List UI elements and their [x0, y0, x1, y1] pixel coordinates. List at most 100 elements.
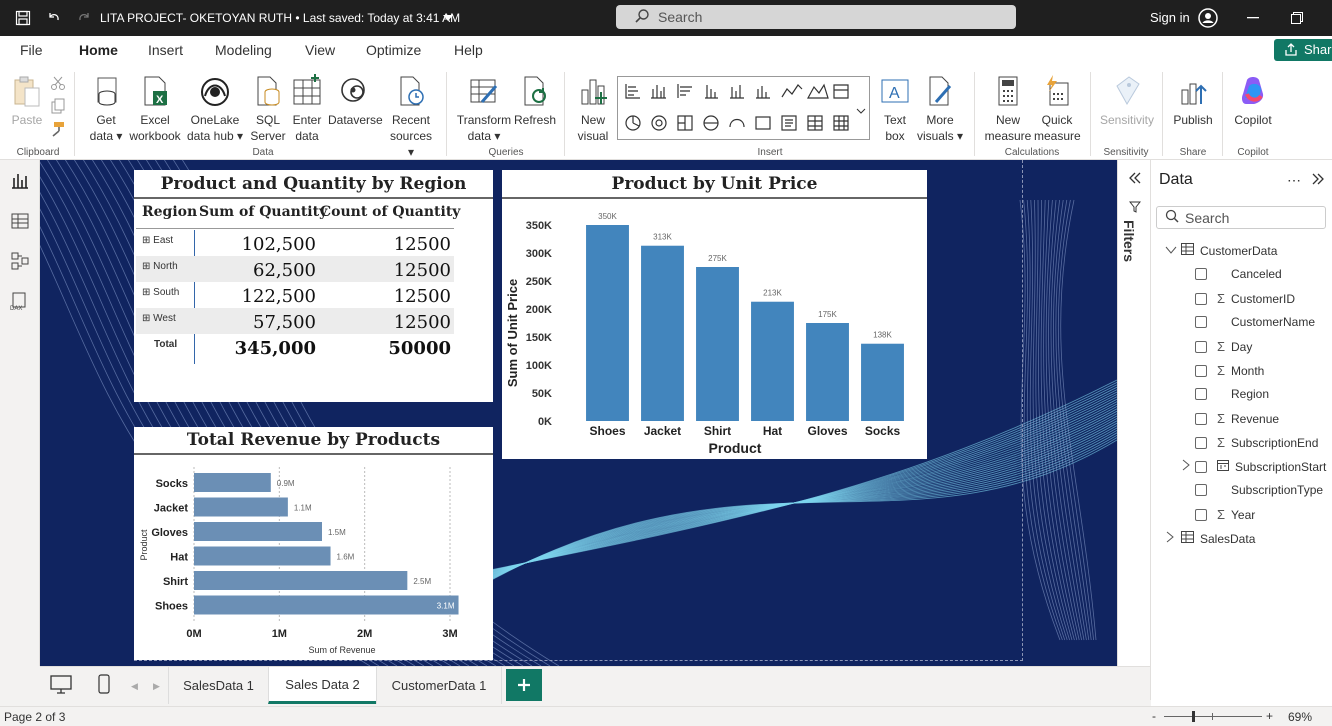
- sensitivity-button[interactable]: Sensitivity: [1098, 74, 1156, 128]
- expand-pane-icon[interactable]: [1311, 173, 1325, 188]
- visual-gallery[interactable]: [617, 76, 870, 140]
- sign-in-button[interactable]: Sign in: [1150, 10, 1190, 25]
- field-row[interactable]: SubscriptionType: [1195, 483, 1323, 497]
- field-checkbox[interactable]: [1195, 484, 1207, 496]
- matrix-region-cell[interactable]: ⊞ North: [142, 261, 178, 272]
- zoom-slider[interactable]: [1164, 711, 1262, 722]
- add-page-button[interactable]: [506, 669, 542, 701]
- new-measure-button[interactable]: New measure: [984, 74, 1032, 144]
- field-checkbox[interactable]: [1195, 388, 1207, 400]
- revenue-bar[interactable]: [194, 546, 331, 566]
- field-row[interactable]: Region: [1195, 387, 1269, 401]
- desktop-layout-icon[interactable]: [50, 675, 72, 698]
- field-checkbox[interactable]: [1195, 460, 1207, 473]
- field-checkbox[interactable]: [1195, 340, 1207, 353]
- copy-icon[interactable]: [50, 98, 66, 117]
- menu-modeling[interactable]: Modeling: [215, 42, 272, 58]
- data-search-input[interactable]: Search: [1156, 206, 1326, 229]
- column-bar[interactable]: [861, 343, 904, 421]
- quick-measure-button[interactable]: Quick measure: [1034, 74, 1081, 144]
- menu-view[interactable]: View: [305, 42, 335, 58]
- field-checkbox[interactable]: [1195, 508, 1207, 521]
- menu-optimize[interactable]: Optimize: [366, 42, 421, 58]
- field-checkbox[interactable]: [1195, 292, 1207, 305]
- field-row[interactable]: Σ CustomerID: [1195, 291, 1295, 306]
- page-tab-salesdata-1[interactable]: SalesData 1: [168, 667, 268, 704]
- revenue-bar[interactable]: [194, 497, 288, 517]
- gallery-expand-icon[interactable]: [856, 104, 866, 118]
- field-checkbox[interactable]: [1195, 436, 1207, 449]
- zoom-in-button[interactable]: +: [1266, 709, 1273, 723]
- column-bar[interactable]: [696, 267, 739, 421]
- undo-icon[interactable]: [42, 0, 66, 36]
- get-data-button[interactable]: Get data ▾: [88, 74, 124, 144]
- field-row[interactable]: Σ Month: [1195, 363, 1264, 378]
- field-checkbox[interactable]: [1195, 364, 1207, 377]
- revenue-bar[interactable]: [194, 595, 459, 615]
- paste-button[interactable]: Paste: [10, 74, 44, 128]
- column-bar[interactable]: [641, 245, 684, 421]
- enter-data-button[interactable]: Enter data: [290, 74, 324, 144]
- matrix-region-cell[interactable]: ⊞ West: [142, 313, 176, 324]
- dataverse-button[interactable]: Dataverse: [328, 74, 383, 128]
- field-row[interactable]: Canceled: [1195, 267, 1282, 281]
- mobile-layout-icon[interactable]: [98, 674, 110, 697]
- field-row[interactable]: SubscriptionStart: [1181, 459, 1326, 474]
- matrix-region-cell[interactable]: ⊞ East: [142, 235, 173, 246]
- title-dropdown-icon[interactable]: [440, 0, 456, 36]
- field-row[interactable]: CustomerName: [1195, 315, 1315, 329]
- table-customerdata[interactable]: CustomerData: [1165, 243, 1277, 258]
- search-input[interactable]: Search: [616, 5, 1016, 29]
- model-view-icon[interactable]: [9, 250, 31, 272]
- revenue-bar[interactable]: [194, 522, 322, 541]
- more-visuals-button[interactable]: More visuals ▾: [916, 74, 964, 144]
- more-options-icon[interactable]: ⋯: [1287, 172, 1301, 189]
- new-visual-button[interactable]: New visual: [572, 74, 614, 144]
- menu-home[interactable]: Home: [79, 42, 118, 69]
- redo-icon[interactable]: [72, 0, 96, 36]
- zoom-level[interactable]: 69%: [1288, 710, 1312, 724]
- format-painter-icon[interactable]: [50, 121, 66, 140]
- zoom-slider-thumb[interactable]: [1192, 711, 1195, 722]
- text-box-button[interactable]: A Text box: [876, 74, 914, 144]
- column-bar[interactable]: [586, 225, 629, 421]
- restore-icon[interactable]: [1282, 0, 1312, 36]
- share-button[interactable]: Share: [1274, 39, 1332, 61]
- page-tab-customerdata-1[interactable]: CustomerData 1: [376, 667, 502, 704]
- zoom-out-button[interactable]: -: [1152, 709, 1156, 723]
- table-salesdata[interactable]: SalesData: [1165, 531, 1255, 546]
- field-checkbox[interactable]: [1195, 412, 1207, 425]
- report-view-icon[interactable]: [9, 170, 31, 192]
- menu-file[interactable]: File: [20, 42, 43, 58]
- revenue-chart-visual[interactable]: Total Revenue by Products 0M 1M 2M 3M Socks 0…: [134, 427, 493, 660]
- table-view-icon[interactable]: [9, 210, 31, 232]
- field-row[interactable]: Σ Year: [1195, 507, 1255, 522]
- filters-label[interactable]: Filters: [1121, 220, 1137, 262]
- publish-button[interactable]: Publish: [1170, 74, 1216, 128]
- menu-help[interactable]: Help: [454, 42, 483, 58]
- field-row[interactable]: Σ SubscriptionEnd: [1195, 435, 1318, 450]
- page-tab-sales-data-2[interactable]: Sales Data 2: [268, 667, 376, 704]
- account-icon[interactable]: [1197, 0, 1219, 36]
- field-row[interactable]: Σ Day: [1195, 339, 1252, 354]
- copilot-button[interactable]: Copilot: [1230, 74, 1276, 128]
- matrix-visual[interactable]: Product and Quantity by Region Region Su…: [134, 170, 493, 402]
- field-row[interactable]: Σ Revenue: [1195, 411, 1279, 426]
- sql-server-button[interactable]: SQL Server: [248, 74, 288, 144]
- dax-query-view-icon[interactable]: DAX: [9, 290, 31, 312]
- revenue-bar[interactable]: [194, 571, 408, 590]
- chevron-right-icon[interactable]: [1181, 459, 1191, 474]
- transform-data-button[interactable]: Transform data ▾: [456, 74, 512, 144]
- collapse-icon[interactable]: [1128, 172, 1142, 187]
- cut-icon[interactable]: [50, 76, 66, 93]
- field-checkbox[interactable]: [1195, 268, 1207, 280]
- save-icon[interactable]: [10, 0, 36, 36]
- refresh-button[interactable]: Refresh: [514, 74, 556, 128]
- revenue-bar[interactable]: [194, 473, 271, 492]
- onelake-data-hub-button[interactable]: OneLake data hub ▾: [186, 74, 244, 144]
- scroll-left-icon[interactable]: ◀: [131, 681, 138, 692]
- scroll-right-icon[interactable]: ▶: [153, 681, 160, 692]
- menu-insert[interactable]: Insert: [148, 42, 183, 58]
- field-checkbox[interactable]: [1195, 316, 1207, 328]
- excel-workbook-button[interactable]: X Excel workbook: [128, 74, 182, 144]
